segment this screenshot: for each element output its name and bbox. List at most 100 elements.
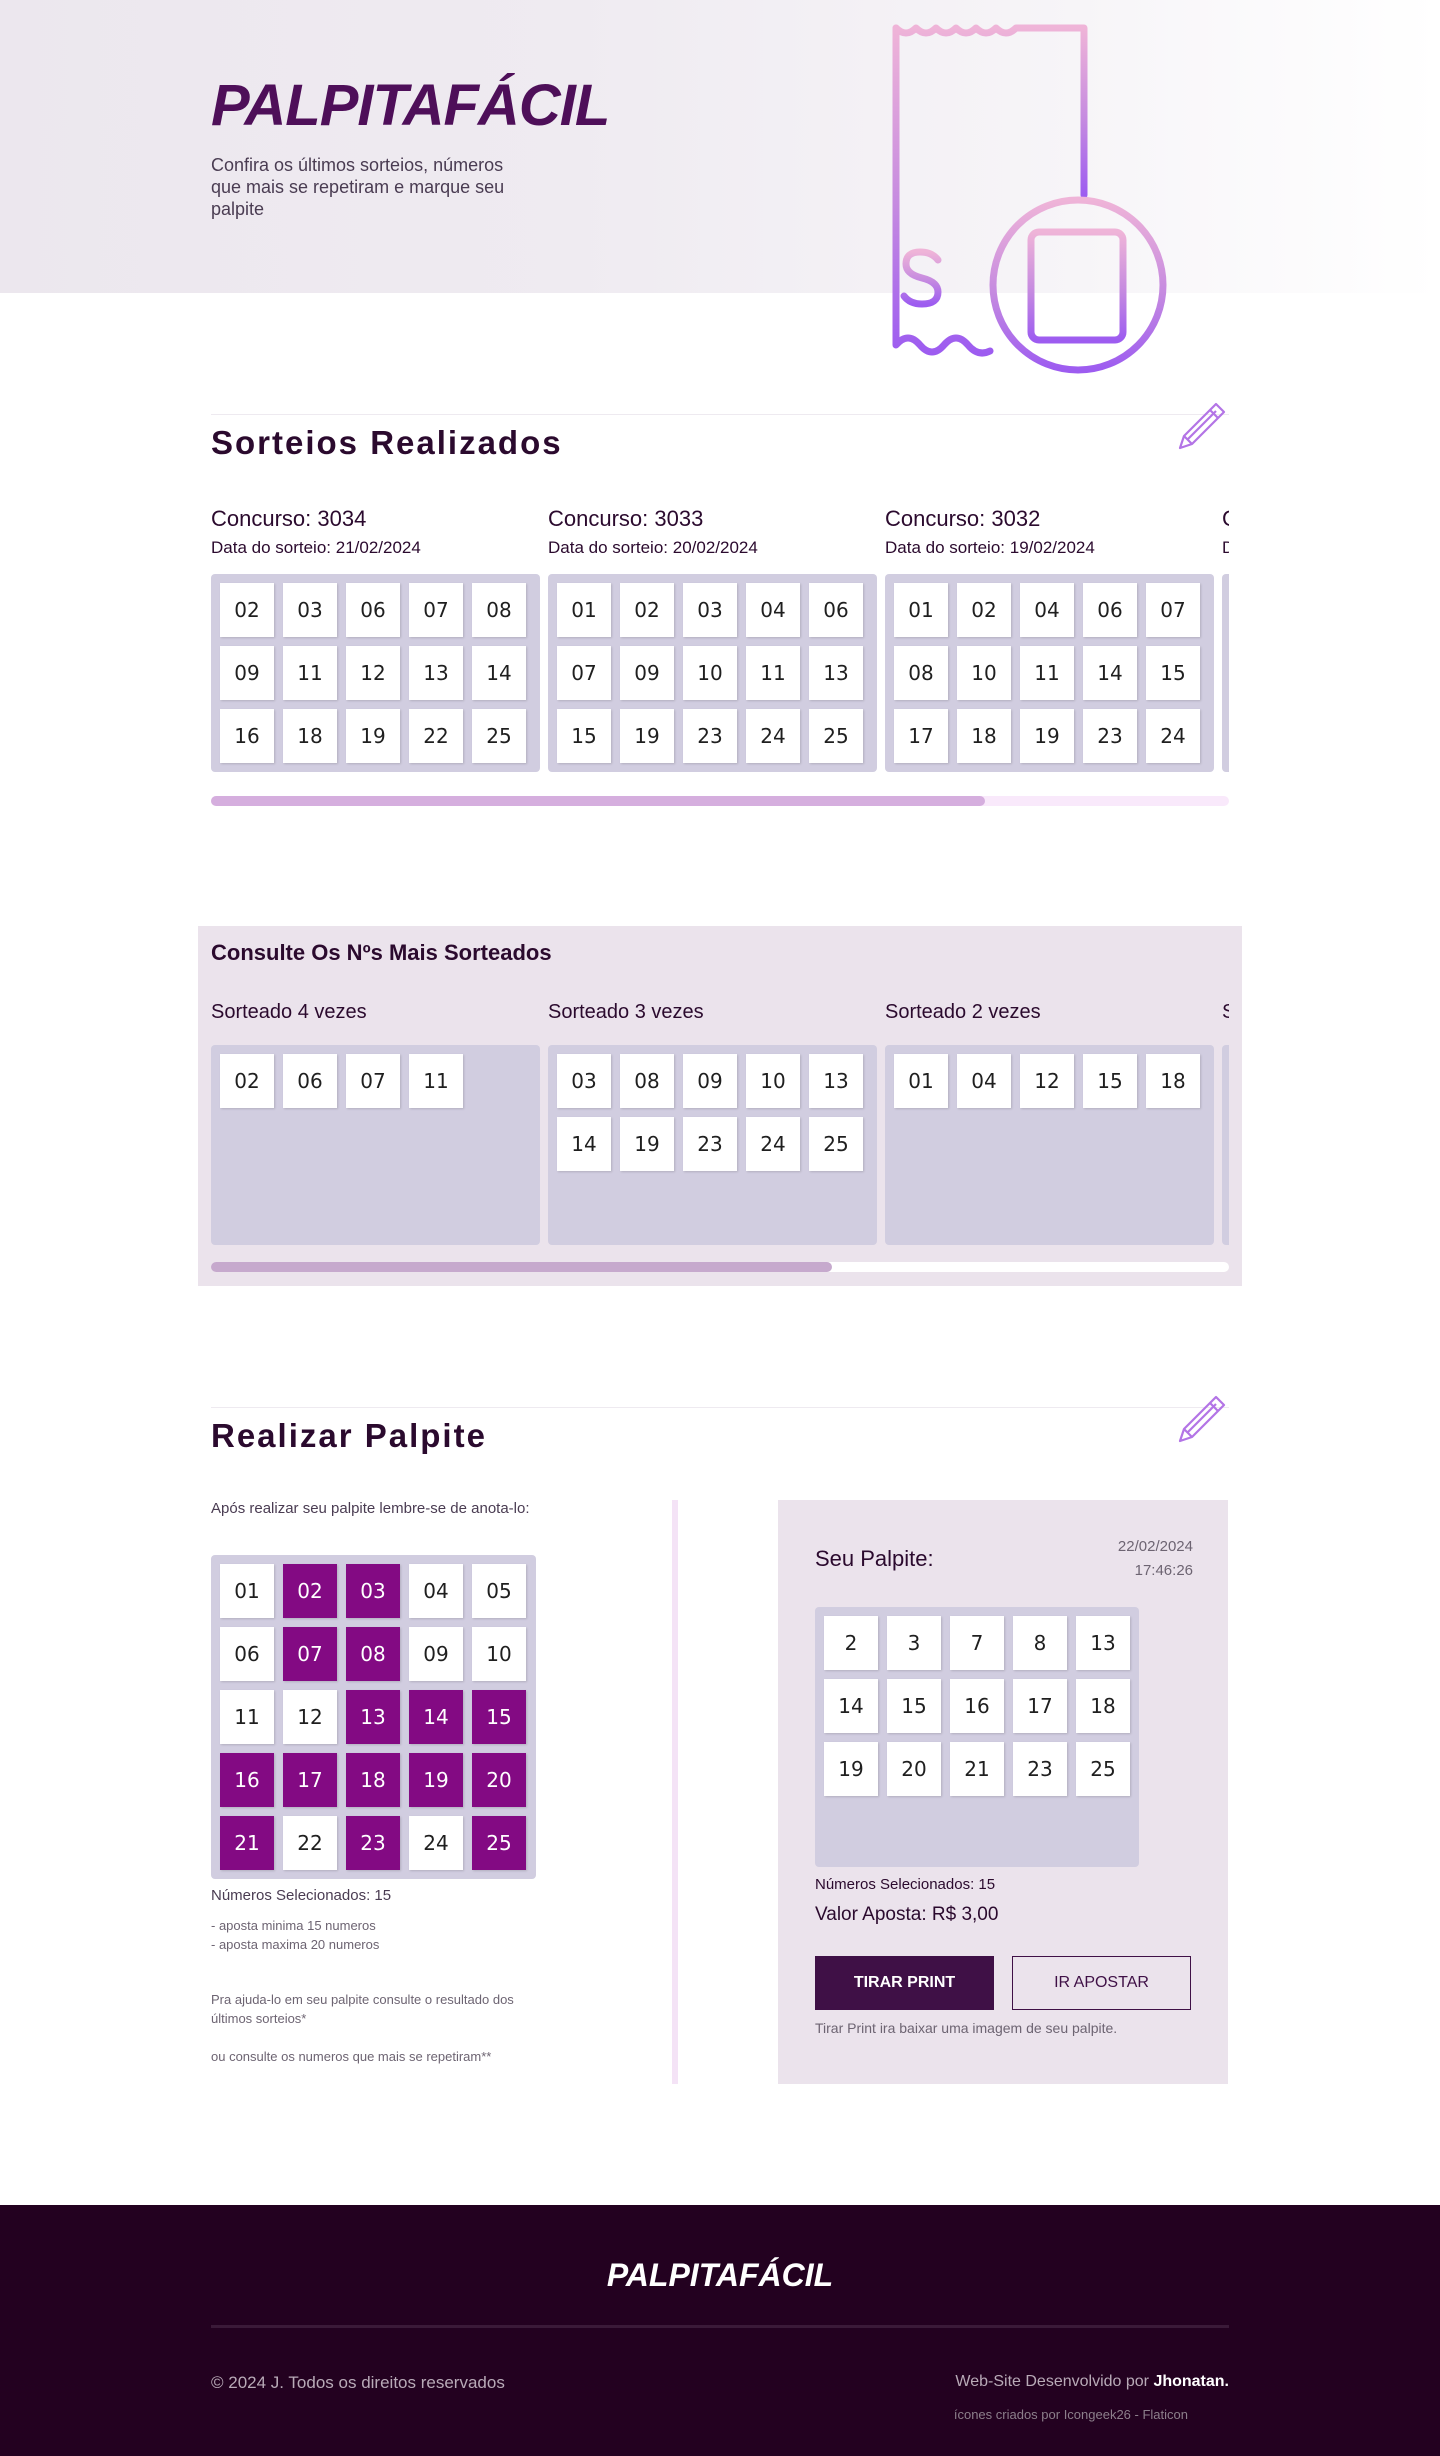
number-cell: 06 — [346, 583, 400, 637]
footer: PALPITAFÁCIL © 2024 J. Todos os direitos… — [0, 2205, 1440, 2456]
print-hint: Tirar Print ira baixar uma imagem de seu… — [815, 2020, 1118, 2036]
number-toggle[interactable]: 11 — [220, 1690, 274, 1744]
footer-icons-credit[interactable]: ícones criados por Icongeek26 - Flaticon — [954, 2407, 1188, 2422]
number-cell: 22 — [409, 709, 463, 763]
draw-title: Concurso: 3032 — [885, 506, 1041, 531]
draw-date: Data do sorteio: 19/02/2024 — [885, 538, 1095, 557]
number-toggle-selected[interactable]: 02 — [283, 1564, 337, 1618]
take-print-button[interactable]: TIRAR PRINT — [815, 1956, 994, 2010]
number-cell: 10 — [683, 646, 737, 700]
draw-card: CD — [1222, 506, 1229, 772]
guess-ticket: Seu Palpite: 22/02/2024 17:46:26 2 3 7 8 13 1… — [778, 1500, 1228, 2084]
number-cell: 07 — [557, 646, 611, 700]
footer-brand-logo[interactable]: PALPITAFÁCIL — [0, 2257, 1440, 2294]
number-toggle[interactable]: 22 — [283, 1816, 337, 1870]
number-toggle-selected[interactable]: 25 — [472, 1816, 526, 1870]
draws-scroll-thumb[interactable] — [211, 796, 985, 806]
number-cell: 07 — [346, 1054, 400, 1108]
number-toggle[interactable]: 04 — [409, 1564, 463, 1618]
number-cell: 01 — [894, 1054, 948, 1108]
draw-title: Concurso: 3034 — [211, 506, 367, 531]
rule-min: - aposta minima 15 numeros — [211, 1918, 376, 1933]
number-cell: 01 — [557, 583, 611, 637]
rule-max: - aposta maxima 20 numeros — [211, 1937, 380, 1952]
vertical-divider — [672, 1500, 678, 2084]
draw-numbers-grid: 01 02 03 04 06 07 09 10 11 13 15 19 23 24 25 — [548, 574, 877, 772]
number-cell: 11 — [283, 646, 337, 700]
number-cell: 25 — [809, 1117, 863, 1171]
hero-band — [0, 0, 1440, 293]
number-toggle[interactable]: 01 — [220, 1564, 274, 1618]
frequency-numbers-grid — [1222, 1045, 1229, 1245]
number-cell: 10 — [746, 1054, 800, 1108]
number-toggle-selected[interactable]: 19 — [409, 1753, 463, 1807]
number-toggle-selected[interactable]: 15 — [472, 1690, 526, 1744]
number-toggle[interactable]: 10 — [472, 1627, 526, 1681]
hero-brand-logo: PALPITAFÁCIL — [211, 73, 610, 138]
number-toggle-selected[interactable]: 17 — [283, 1753, 337, 1807]
number-cell: 15 — [1083, 1054, 1137, 1108]
number-cell: 18 — [1146, 1054, 1200, 1108]
number-toggle-selected[interactable]: 07 — [283, 1627, 337, 1681]
footer-developer: Web-Site Desenvolvido por Jhonatan. — [955, 2373, 1229, 2391]
number-cell: 09 — [620, 646, 674, 700]
number-toggle[interactable]: 09 — [409, 1627, 463, 1681]
number-cell: 03 — [283, 583, 337, 637]
pencil-icon — [1178, 1395, 1226, 1443]
number-cell: 15 — [1146, 646, 1200, 700]
number-cell: 23 — [683, 709, 737, 763]
number-cell: 19 — [346, 709, 400, 763]
number-toggle-selected[interactable]: 21 — [220, 1816, 274, 1870]
number-cell: 11 — [1020, 646, 1074, 700]
number-toggle-selected[interactable]: 16 — [220, 1753, 274, 1807]
number-cell: 25 — [472, 709, 526, 763]
ticket-number: 25 — [1076, 1742, 1130, 1796]
number-cell: 02 — [620, 583, 674, 637]
number-cell: 02 — [220, 1054, 274, 1108]
ticket-number: 13 — [1076, 1616, 1130, 1670]
frequency-label: Sorteado 3 vezes — [548, 1001, 704, 1023]
number-toggle[interactable]: 05 — [472, 1564, 526, 1618]
ticket-datetime: 22/02/2024 17:46:26 — [1118, 1535, 1193, 1583]
number-cell: 04 — [1020, 583, 1074, 637]
draw-date: D — [1222, 538, 1229, 557]
footer-dev-name[interactable]: Jhonatan. — [1153, 2373, 1229, 2390]
number-cell: 13 — [809, 646, 863, 700]
ticket-number: 15 — [887, 1679, 941, 1733]
number-cell: 12 — [1020, 1054, 1074, 1108]
number-toggle[interactable]: 24 — [409, 1816, 463, 1870]
draw-date: Data do sorteio: 20/02/2024 — [548, 538, 758, 557]
number-toggle-selected[interactable]: 13 — [346, 1690, 400, 1744]
number-cell: 14 — [1083, 646, 1137, 700]
ticket-number: 20 — [887, 1742, 941, 1796]
number-cell: 08 — [894, 646, 948, 700]
number-toggle[interactable]: 12 — [283, 1690, 337, 1744]
most-drawn-scroll-thumb[interactable] — [211, 1262, 832, 1272]
ticket-number: 3 — [887, 1616, 941, 1670]
number-cell: 14 — [557, 1117, 611, 1171]
number-cell: 03 — [557, 1054, 611, 1108]
ticket-number: 18 — [1076, 1679, 1130, 1733]
number-cell: 24 — [1146, 709, 1200, 763]
number-cell: 07 — [1146, 583, 1200, 637]
number-toggle[interactable]: 06 — [220, 1627, 274, 1681]
number-toggle-selected[interactable]: 20 — [472, 1753, 526, 1807]
number-toggle-selected[interactable]: 18 — [346, 1753, 400, 1807]
number-cell: 24 — [746, 709, 800, 763]
number-cell: 14 — [472, 646, 526, 700]
number-toggle-selected[interactable]: 14 — [409, 1690, 463, 1744]
number-toggle-selected[interactable]: 23 — [346, 1816, 400, 1870]
number-toggle-selected[interactable]: 03 — [346, 1564, 400, 1618]
draw-numbers-grid — [1222, 574, 1229, 772]
draw-card: Concurso: 3033 Data do sorteio: 20/02/202… — [548, 506, 877, 772]
number-cell: 25 — [809, 709, 863, 763]
go-bet-button[interactable]: IR APOSTAR — [1012, 1956, 1191, 2010]
number-cell: 16 — [220, 709, 274, 763]
draw-card: Concurso: 3032 Data do sorteio: 19/02/202… — [885, 506, 1214, 772]
number-cell: 23 — [1083, 709, 1137, 763]
ticket-selected-count: Números Selecionados: 15 — [815, 1876, 996, 1893]
help-last-draws: Pra ajuda-lo em seu palpite consulte o r… — [211, 1992, 514, 2026]
frequency-label: S — [1222, 1001, 1229, 1023]
number-cell: 11 — [746, 646, 800, 700]
number-toggle-selected[interactable]: 08 — [346, 1627, 400, 1681]
